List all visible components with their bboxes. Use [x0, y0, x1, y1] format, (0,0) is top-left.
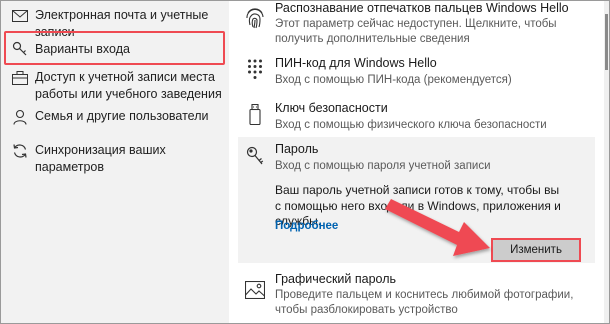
window-frame — [0, 0, 610, 324]
